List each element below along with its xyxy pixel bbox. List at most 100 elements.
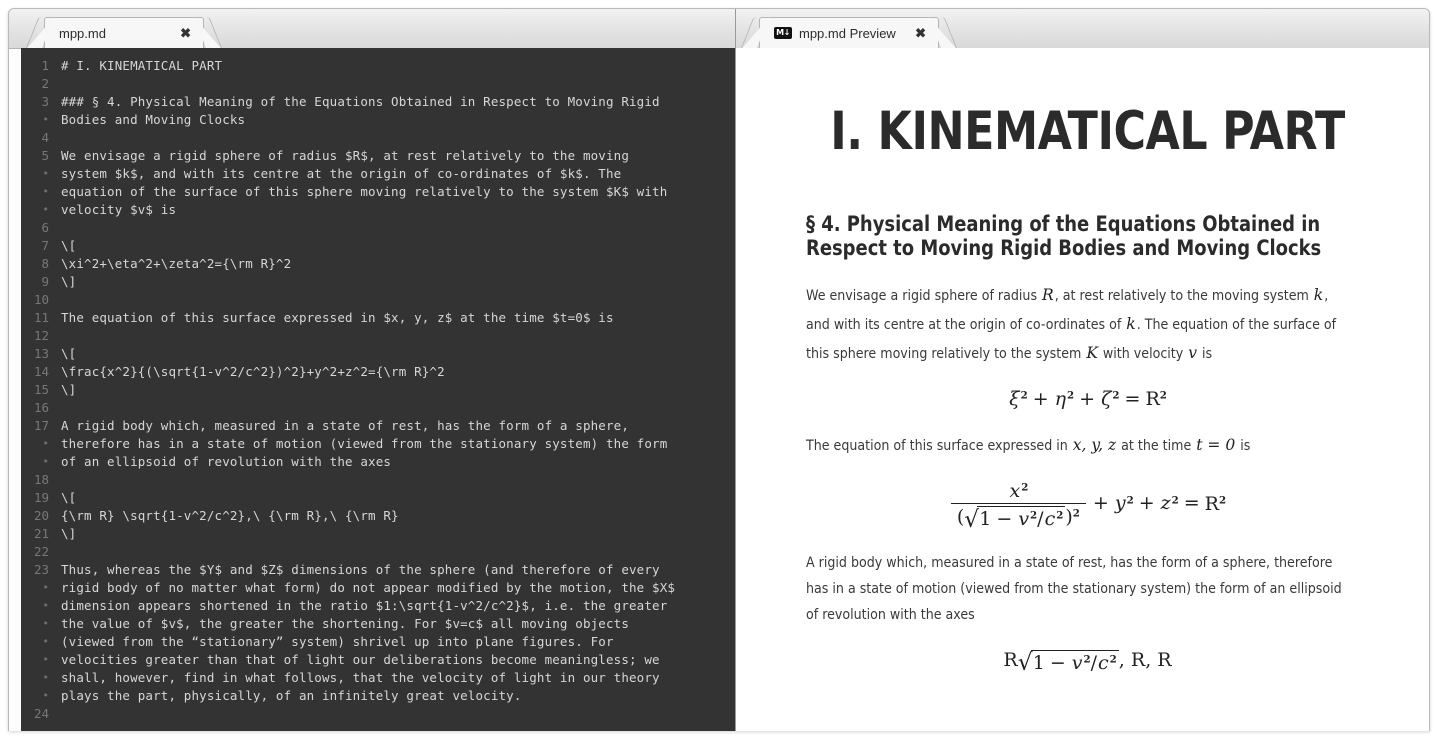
editor-line[interactable]: 10	[21, 291, 735, 309]
editor-line[interactable]: 8 \xi^2+\eta^2+\zeta^2={\rm R}^2	[21, 255, 735, 273]
editor-line[interactable]: • Bodies and Moving Clocks	[21, 111, 735, 129]
editor-line[interactable]: • system $k$, and with its centre at the …	[21, 165, 735, 183]
line-text: shall, however, find in what follows, th…	[61, 670, 660, 685]
editor-line[interactable]: • shall, however, find in what follows, t…	[21, 669, 735, 687]
editor-line[interactable]: 24	[21, 705, 735, 723]
editor-line[interactable]: • velocities greater than that of light o…	[21, 651, 735, 669]
line-text: \]	[61, 382, 77, 397]
eq3-v: v	[1071, 651, 1083, 674]
editor-line[interactable]: 21 \]	[21, 525, 735, 543]
editor-pane[interactable]: 1 # I. KINEMATICAL PART 2 3 ### § 4. Physica…	[21, 48, 735, 731]
line-number: •	[42, 635, 49, 648]
editor-line[interactable]: 3 ### § 4. Physical Meaning of the Equati…	[21, 93, 735, 111]
editor-line[interactable]: • the value of $v$, the greater the short…	[21, 615, 735, 633]
line-text: The equation of this surface expressed i…	[61, 310, 614, 325]
editor-line[interactable]: • rigid body of no matter what form) do n…	[21, 579, 735, 597]
editor-line[interactable]: 11 The equation of this surface expressed…	[21, 309, 735, 327]
eq1-R: R	[1145, 387, 1160, 410]
line-number: 1	[41, 58, 49, 73]
line-number: 2	[41, 76, 49, 91]
p2-t3: is	[1236, 437, 1251, 454]
editor-line[interactable]: • velocity $v$ is	[21, 201, 735, 219]
line-text	[61, 219, 735, 237]
close-icon[interactable]: ✖	[915, 27, 926, 40]
preview-content: I. KINEMATICAL PART § 4. Physical Meanin…	[736, 48, 1429, 675]
editor-line[interactable]: 19 \[	[21, 489, 735, 507]
editor-line[interactable]: 9 \]	[21, 273, 735, 291]
paragraph-2: The equation of this surface expressed i…	[806, 431, 1352, 460]
equation-3: R √ 1− v2/c2, R, R	[806, 649, 1369, 674]
line-number: 21	[33, 526, 49, 541]
eq2-numerator: x2	[951, 480, 1086, 503]
editor-line[interactable]: 14 \frac{x^2}{(\sqrt{1-v^2/c^2})^2}+y^2+z…	[21, 363, 735, 381]
eq2-radicand: 1− v2/c2	[977, 506, 1066, 530]
line-text: \xi^2+\eta^2+\zeta^2={\rm R}^2	[61, 256, 292, 271]
eq2-rparen: )	[1065, 505, 1073, 528]
line-text	[61, 543, 735, 561]
tab-mpp-md-preview[interactable]: M↓ mpp.md Preview ✖	[759, 17, 939, 48]
editor-line[interactable]: 16	[21, 399, 735, 417]
eq2-plus2: +	[1138, 492, 1155, 515]
eq3-radicand: 1− v2/c2	[1030, 649, 1119, 674]
editor-line[interactable]: 2	[21, 75, 735, 93]
eq2-paren-exp: 2	[1072, 507, 1080, 520]
tab-mpp-md[interactable]: mpp.md ✖	[44, 17, 204, 48]
line-text: system $k$, and with its centre at the o…	[61, 166, 622, 181]
line-text: the value of $v$, the greater the shorte…	[61, 616, 629, 631]
eq3-c-exp: 2	[1109, 653, 1117, 666]
line-text: \]	[61, 274, 77, 289]
editor-line[interactable]: 12	[21, 327, 735, 345]
preview-pane[interactable]: I. KINEMATICAL PART § 4. Physical Meanin…	[736, 48, 1429, 731]
line-number: •	[42, 185, 49, 198]
line-number: •	[42, 689, 49, 702]
eq1-plus1: +	[1032, 387, 1049, 410]
line-text: velocities greater than that of light ou…	[61, 652, 660, 667]
editor-line[interactable]: • plays the part, physically, of an infin…	[21, 687, 735, 705]
editor-line[interactable]: 18	[21, 471, 735, 489]
editor-line[interactable]: • dimension appears shortened in the rati…	[21, 597, 735, 615]
eq2-R-exp: 2	[1218, 494, 1227, 507]
line-text: \frac{x^2}{(\sqrt{1-v^2/c^2})^2}+y^2+z^2…	[61, 364, 445, 379]
math-k: k	[1313, 284, 1324, 304]
editor-line[interactable]: • (viewed from the “stationary” system) s…	[21, 633, 735, 651]
math-xyz: x, y, z	[1072, 434, 1117, 454]
editor-line[interactable]: 7 \[	[21, 237, 735, 255]
tab-label-preview: mpp.md Preview	[799, 25, 896, 41]
line-text: We envisage a rigid sphere of radius $R$…	[61, 148, 629, 163]
line-text	[61, 471, 735, 489]
eq2-equals: =	[1183, 492, 1200, 515]
equation-1: ξ2 + η2 + ζ2 = R2	[806, 388, 1369, 410]
editor-line[interactable]: 22	[21, 543, 735, 561]
eq2-z-exp: 2	[1171, 494, 1179, 507]
line-number: •	[42, 599, 49, 612]
editor-line[interactable]: 17 A rigid body which, measured in a stat…	[21, 417, 735, 435]
line-number: 10	[33, 292, 49, 307]
p2-t2: at the time	[1117, 437, 1196, 454]
line-number: 16	[33, 400, 49, 415]
eq3-radical: √ 1− v2/c2	[1018, 649, 1119, 675]
line-number: 9	[41, 274, 49, 289]
line-text: therefore has in a state of motion (view…	[61, 436, 668, 451]
editor-line[interactable]: 6	[21, 219, 735, 237]
editor-line[interactable]: • equation of the surface of this sphere …	[21, 183, 735, 201]
section-heading: § 4. Physical Meaning of the Equations O…	[806, 211, 1322, 260]
editor-line[interactable]: 1 # I. KINEMATICAL PART	[21, 57, 735, 75]
editor-lines[interactable]: 1 # I. KINEMATICAL PART 2 3 ### § 4. Physica…	[21, 48, 735, 731]
editor-line[interactable]: 15 \]	[21, 381, 735, 399]
math-t0: t = 0	[1196, 434, 1236, 454]
editor-line[interactable]: • of an ellipsoid of revolution with the …	[21, 453, 735, 471]
editor-line[interactable]: 13 \[	[21, 345, 735, 363]
eq3-R3: R	[1157, 649, 1172, 672]
markdown-icon: M↓	[774, 27, 792, 39]
eq2-y: y	[1114, 492, 1126, 515]
editor-line[interactable]: 20 {\rm R} \sqrt{1-v^2/c^2},\ {\rm R},\ {…	[21, 507, 735, 525]
eq1-plus2: +	[1079, 387, 1096, 410]
eq2-plus1: +	[1092, 492, 1109, 515]
eq3-comma2: ,	[1145, 649, 1158, 672]
editor-line[interactable]: 5 We envisage a rigid sphere of radius $R…	[21, 147, 735, 165]
editor-line[interactable]: • therefore has in a state of motion (vie…	[21, 435, 735, 453]
eq2-lparen: (	[956, 505, 965, 528]
editor-line[interactable]: 23 Thus, whereas the $Y$ and $Z$ dimensio…	[21, 561, 735, 579]
editor-line[interactable]: 4	[21, 129, 735, 147]
close-icon[interactable]: ✖	[180, 27, 191, 40]
